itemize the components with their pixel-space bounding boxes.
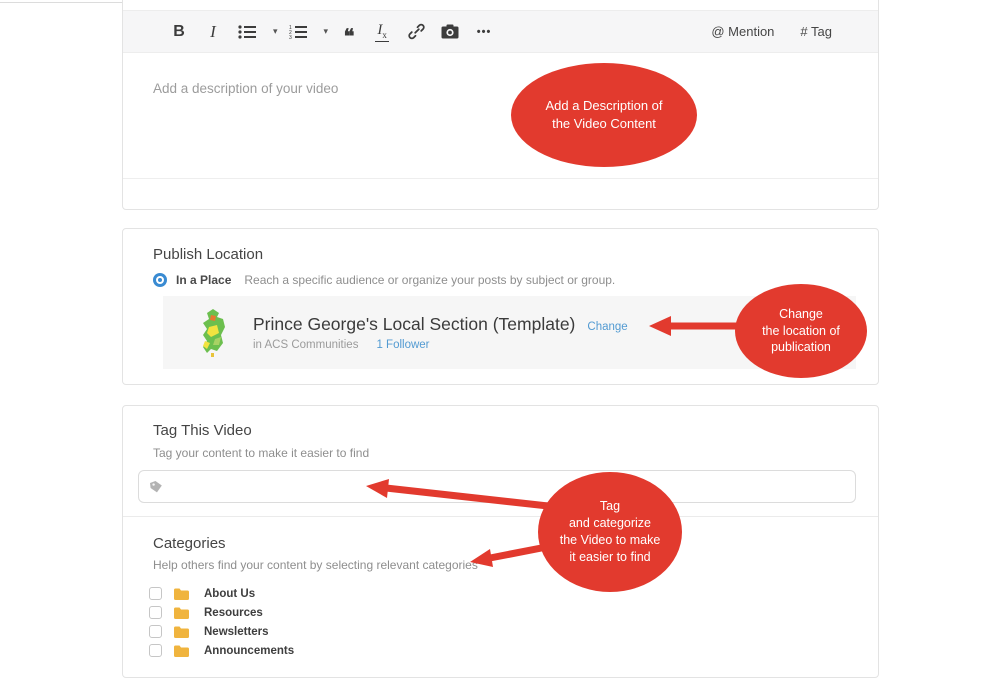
- description-annotation-balloon: Add a Description of the Video Content: [511, 63, 697, 167]
- in-a-place-label: In a Place: [176, 273, 231, 287]
- place-avatar: [193, 307, 233, 359]
- radio-selected-dot: [156, 276, 164, 284]
- tag-categorize-annotation-balloon: Tag and categorize the Video to make it …: [538, 472, 682, 592]
- place-container: in ACS Communities: [253, 339, 358, 351]
- category-checkbox[interactable]: [149, 606, 162, 619]
- tag-input[interactable]: [171, 479, 845, 494]
- editor-toolbar: B I ▾ 1 2 3 ▾ ❛❛ Ix: [123, 10, 878, 53]
- numbered-list-icon: 1 2 3: [289, 24, 307, 40]
- numbered-list-button[interactable]: 1 2 3: [288, 19, 308, 45]
- folder-icon: [174, 607, 189, 619]
- annotation-line: the Video Content: [552, 115, 656, 133]
- blockquote-button[interactable]: ❛❛: [338, 19, 358, 45]
- category-label: About Us: [204, 588, 255, 600]
- category-checkbox[interactable]: [149, 625, 162, 638]
- description-placeholder: Add a description of your video: [153, 81, 338, 96]
- category-row-newsletters[interactable]: Newsletters: [149, 625, 294, 638]
- category-label: Newsletters: [204, 626, 269, 638]
- tag-icon: [149, 480, 163, 494]
- clear-formatting-button[interactable]: Ix: [372, 19, 392, 45]
- category-checkbox[interactable]: [149, 644, 162, 657]
- annotation-line: Tag: [600, 498, 620, 515]
- italic-button[interactable]: I: [203, 19, 223, 45]
- tag-this-video-title: Tag This Video: [153, 422, 252, 439]
- change-location-annotation-balloon: Change the location of publication: [735, 284, 867, 378]
- in-a-place-radio-row: In a Place Reach a specific audience or …: [153, 273, 615, 287]
- categories-list: About Us Resources Newsletters Announcem…: [149, 587, 294, 657]
- tag-categories-divider: [123, 516, 878, 517]
- category-label: Resources: [204, 607, 263, 619]
- annotation-line: the location of: [762, 323, 840, 340]
- publish-location-title: Publish Location: [153, 246, 263, 263]
- folder-icon: [174, 645, 189, 657]
- categories-title: Categories: [153, 535, 226, 552]
- in-a-place-help-text: Reach a specific audience or organize yo…: [244, 273, 615, 287]
- camera-icon: [441, 24, 459, 39]
- bulleted-list-button[interactable]: [237, 19, 257, 45]
- category-row-announcements[interactable]: Announcements: [149, 644, 294, 657]
- clear-formatting-icon: Ix: [375, 22, 389, 42]
- bulleted-list-caret-icon[interactable]: ▾: [273, 26, 278, 37]
- link-icon: [408, 23, 425, 40]
- link-button[interactable]: [406, 19, 426, 45]
- bold-button[interactable]: B: [169, 19, 189, 45]
- annotation-line: it easier to find: [569, 549, 650, 566]
- tag-input-wrap[interactable]: [138, 470, 856, 503]
- top-divider: [0, 2, 122, 3]
- editor-footer-divider: [123, 178, 878, 179]
- tag-subtitle: Tag your content to make it easier to fi…: [153, 446, 369, 460]
- annotation-line: publication: [771, 339, 831, 356]
- annotation-line: the Video to make: [560, 532, 661, 549]
- category-row-about-us[interactable]: About Us: [149, 587, 294, 600]
- bulleted-list-icon: [238, 24, 256, 40]
- categories-subtitle: Help others find your content by selecti…: [153, 558, 478, 572]
- place-info: Prince George's Local Section (Template)…: [253, 314, 628, 351]
- place-name: Prince George's Local Section (Template): [253, 314, 575, 335]
- folder-icon: [174, 588, 189, 600]
- description-editor[interactable]: Add a description of your video: [123, 55, 878, 178]
- mention-button[interactable]: @ Mention: [711, 24, 774, 39]
- folder-icon: [174, 626, 189, 638]
- tag-categories-panel: Tag This Video Tag your content to make …: [122, 405, 879, 678]
- annotation-line: Add a Description of: [545, 97, 662, 115]
- numbered-list-caret-icon[interactable]: ▾: [324, 26, 329, 37]
- category-label: Announcements: [204, 645, 294, 657]
- description-editor-panel: B I ▾ 1 2 3 ▾ ❛❛ Ix: [122, 0, 879, 210]
- category-row-resources[interactable]: Resources: [149, 606, 294, 619]
- annotation-line: and categorize: [569, 515, 651, 532]
- more-options-button[interactable]: •••: [474, 19, 494, 45]
- category-checkbox[interactable]: [149, 587, 162, 600]
- insert-photo-button[interactable]: [440, 19, 460, 45]
- place-followers-link[interactable]: 1 Follower: [376, 339, 429, 351]
- hashtag-button[interactable]: # Tag: [800, 24, 832, 39]
- in-a-place-radio[interactable]: [153, 273, 167, 287]
- annotation-line: Change: [779, 306, 823, 323]
- change-place-link[interactable]: Change: [587, 321, 627, 333]
- svg-text:3: 3: [289, 35, 292, 40]
